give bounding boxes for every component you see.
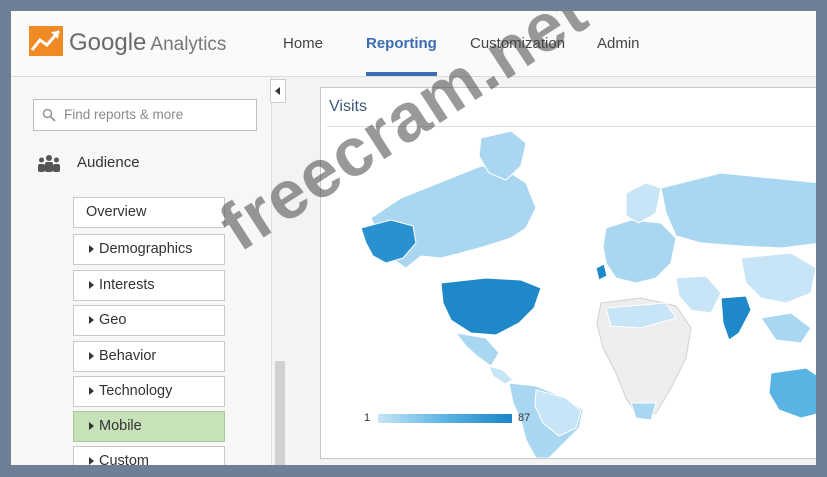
app-window: Google Analytics Home Reporting Customiza… <box>11 11 816 465</box>
menu-item-label: Geo <box>99 312 127 328</box>
menu-item-label: Mobile <box>99 418 142 434</box>
menu-item-label: Demographics <box>99 241 193 257</box>
sidebar-scrollbar[interactable] <box>275 361 285 465</box>
menu-item-label: Behavior <box>99 348 157 364</box>
expand-arrow-icon <box>89 245 94 253</box>
world-visits-map[interactable] <box>321 128 816 458</box>
menu-item-label: Technology <box>99 383 173 399</box>
expand-arrow-icon <box>89 387 94 395</box>
menu-item-demographics[interactable]: Demographics <box>73 234 225 265</box>
menu-item-technology[interactable]: Technology <box>73 376 225 407</box>
chevron-left-icon <box>275 87 280 95</box>
report-search-input[interactable] <box>62 106 251 123</box>
expand-arrow-icon <box>89 422 94 430</box>
legend-max-value: 87 <box>518 412 531 424</box>
google-analytics-logo-icon <box>29 26 63 56</box>
report-sidebar: Audience Overview Demographics Interests… <box>11 77 272 465</box>
menu-item-custom[interactable]: Custom <box>73 446 225 465</box>
report-search-box[interactable] <box>33 99 257 131</box>
audience-icon <box>38 155 60 172</box>
expand-arrow-icon <box>89 316 94 324</box>
brand-logo-text[interactable]: Google Analytics <box>69 29 226 57</box>
brand-name: Google <box>69 29 147 56</box>
menu-item-label: Interests <box>99 277 155 293</box>
collapse-sidebar-button[interactable] <box>270 79 286 103</box>
nav-home[interactable]: Home <box>283 35 323 52</box>
menu-item-mobile[interactable]: Mobile <box>73 411 225 442</box>
menu-item-geo[interactable]: Geo <box>73 305 225 336</box>
menu-item-label: Overview <box>86 204 147 220</box>
brand-product: Analytics <box>150 34 227 55</box>
expand-arrow-icon <box>89 457 94 465</box>
nav-admin[interactable]: Admin <box>597 35 640 52</box>
audience-section-label[interactable]: Audience <box>77 154 140 171</box>
menu-item-overview[interactable]: Overview <box>73 197 225 228</box>
legend-min-value: 1 <box>364 412 371 424</box>
expand-arrow-icon <box>89 281 94 289</box>
legend-color-scale <box>378 414 512 423</box>
expand-arrow-icon <box>89 352 94 360</box>
menu-item-label: Custom <box>99 453 149 465</box>
menu-item-interests[interactable]: Interests <box>73 270 225 301</box>
search-icon <box>42 108 56 122</box>
nav-reporting[interactable]: Reporting <box>366 35 437 52</box>
menu-item-behavior[interactable]: Behavior <box>73 341 225 372</box>
region-russia <box>660 172 816 249</box>
